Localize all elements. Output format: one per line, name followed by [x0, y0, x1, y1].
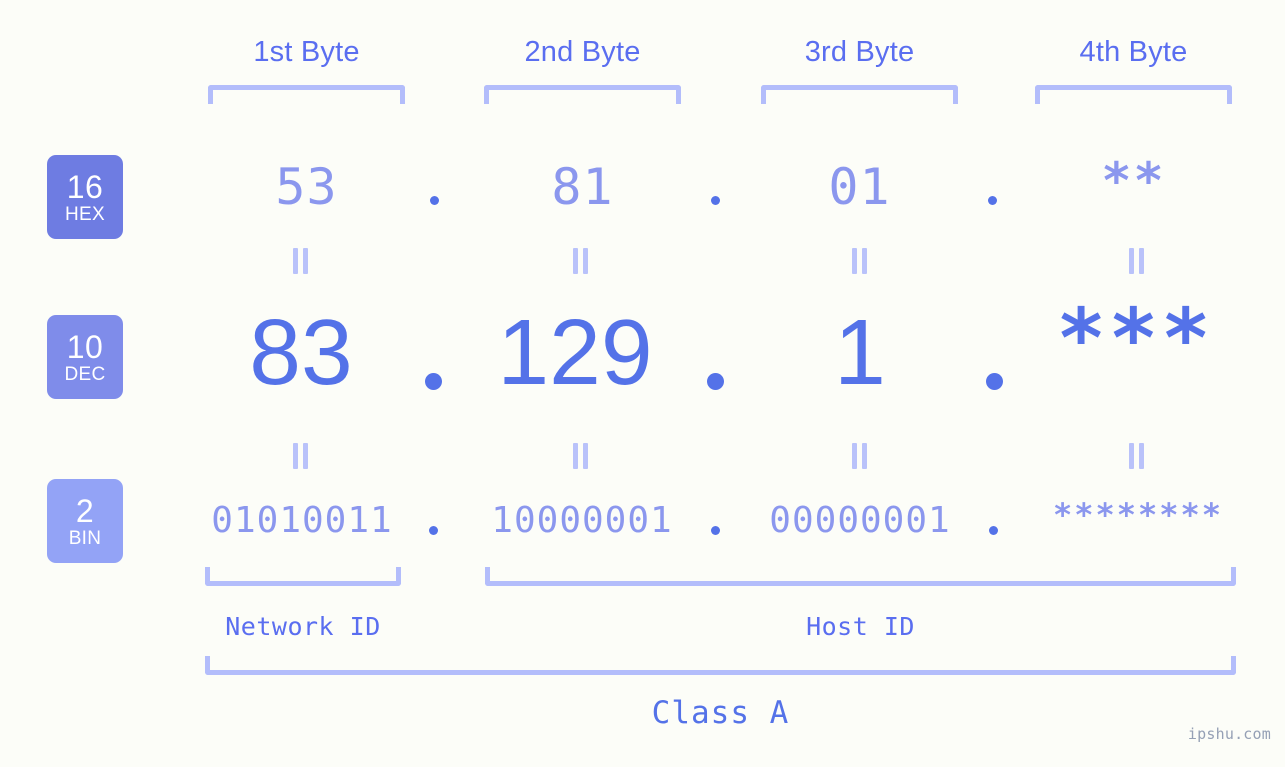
network-id-label: Network ID	[225, 612, 381, 641]
equals-icon-hex-dec-1	[292, 248, 309, 274]
equals-icon-hex-dec-4	[1128, 248, 1145, 274]
radix-badge-hex: 16 HEX	[47, 155, 123, 239]
bin-byte-4: ********	[1052, 496, 1224, 534]
bin-byte-1: 01010011	[211, 500, 393, 541]
host-id-bracket	[485, 567, 1236, 586]
byte-bracket-1	[208, 85, 405, 104]
byte-bracket-2	[484, 85, 681, 104]
dec-separator-3	[986, 373, 1003, 390]
radix-badge-bin: 2 BIN	[47, 479, 123, 563]
dec-byte-3: 1	[834, 300, 886, 404]
bin-separator-3	[989, 526, 998, 535]
equals-icon-dec-bin-1	[292, 443, 309, 469]
radix-badge-dec-label: DEC	[64, 363, 106, 385]
byte-header-1: 1st Byte	[253, 36, 360, 68]
hex-byte-4: **	[1101, 152, 1166, 210]
radix-badge-bin-number: 2	[75, 492, 95, 529]
hex-byte-1: 53	[275, 158, 338, 216]
radix-badge-dec-number: 10	[66, 328, 104, 365]
byte-header-3: 3rd Byte	[804, 36, 915, 68]
bin-byte-2: 10000001	[491, 500, 673, 541]
dec-byte-1: 83	[249, 300, 353, 404]
hex-byte-3: 01	[828, 158, 891, 216]
dec-separator-2	[707, 373, 724, 390]
radix-badge-hex-label: HEX	[65, 203, 105, 225]
hex-separator-1	[430, 196, 439, 205]
radix-badge-hex-number: 16	[66, 168, 104, 205]
ip-breakdown-diagram: 1st Byte 2nd Byte 3rd Byte 4th Byte 16 H…	[0, 0, 1285, 767]
equals-icon-dec-bin-4	[1128, 443, 1145, 469]
byte-bracket-3	[761, 85, 958, 104]
radix-badge-dec: 10 DEC	[47, 315, 123, 399]
class-label: Class A	[651, 695, 790, 731]
byte-header-4: 4th Byte	[1079, 36, 1188, 68]
radix-badge-bin-label: BIN	[68, 527, 102, 549]
bin-byte-3: 00000001	[769, 500, 951, 541]
hex-separator-3	[988, 196, 997, 205]
site-watermark: ipshu.com	[1187, 725, 1271, 743]
dec-byte-4: ***	[1056, 292, 1214, 387]
equals-icon-hex-dec-2	[572, 248, 589, 274]
dec-byte-2: 129	[497, 300, 653, 404]
equals-icon-dec-bin-3	[851, 443, 868, 469]
hex-separator-2	[711, 196, 720, 205]
equals-icon-dec-bin-2	[572, 443, 589, 469]
byte-header-2: 2nd Byte	[524, 36, 641, 68]
class-bracket	[205, 656, 1236, 675]
network-id-bracket	[205, 567, 401, 586]
byte-bracket-4	[1035, 85, 1232, 104]
dec-separator-1	[425, 373, 442, 390]
bin-separator-1	[429, 526, 438, 535]
equals-icon-hex-dec-3	[851, 248, 868, 274]
bin-separator-2	[711, 526, 720, 535]
host-id-label: Host ID	[806, 612, 915, 641]
hex-byte-2: 81	[551, 158, 614, 216]
